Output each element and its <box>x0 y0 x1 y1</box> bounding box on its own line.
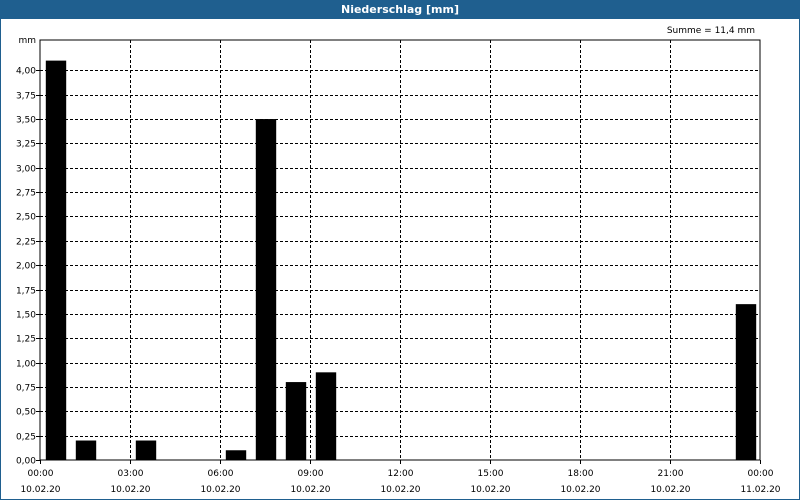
precipitation-bar <box>255 119 277 460</box>
precipitation-bar <box>45 60 67 461</box>
y-tick-label: 2,25 <box>16 238 36 248</box>
x-tick-time-label: 18:00 <box>568 469 594 479</box>
x-tick-date-label: 10.02.20 <box>560 485 600 495</box>
x-tick-time-label: 00:00 <box>28 469 54 479</box>
y-tick-label: 0,00 <box>16 457 36 467</box>
y-tick-label: 3,25 <box>16 140 36 150</box>
y-tick-label: 1,00 <box>16 360 36 370</box>
x-tick-time-label: 12:00 <box>388 469 414 479</box>
y-tick-label: 0,50 <box>16 408 36 418</box>
y-tick-label: 3,50 <box>16 116 36 126</box>
x-tick-date-label: 10.02.20 <box>20 485 60 495</box>
y-tick-label: 3,00 <box>16 165 36 175</box>
y-tick-label: 2,50 <box>16 213 36 223</box>
x-tick-date-label: 10.02.20 <box>650 485 690 495</box>
x-tick-date-label: 11.02.20 <box>740 485 780 495</box>
x-tick-time-label: 15:00 <box>478 469 504 479</box>
y-axis-label: mm <box>18 36 36 46</box>
x-tick-time-label: 03:00 <box>118 469 144 479</box>
precipitation-bar <box>135 440 157 460</box>
x-tick-date-label: 10.02.20 <box>380 485 420 495</box>
y-tick-label: 4,00 <box>16 67 36 77</box>
precipitation-bar <box>285 382 307 460</box>
y-tick-label: 0,25 <box>16 433 36 443</box>
x-tick-date-label: 10.02.20 <box>470 485 510 495</box>
x-tick-time-label: 00:00 <box>748 469 774 479</box>
precipitation-bar <box>315 372 337 460</box>
y-tick-label: 1,25 <box>16 335 36 345</box>
x-tick-time-label: 21:00 <box>658 469 684 479</box>
y-tick-label: 2,75 <box>16 189 36 199</box>
x-tick-time-label: 06:00 <box>208 469 234 479</box>
x-tick-date-label: 10.02.20 <box>200 485 240 495</box>
precipitation-bar <box>735 304 757 460</box>
x-tick-time-label: 09:00 <box>298 469 324 479</box>
y-tick-label: 1,75 <box>16 287 36 297</box>
y-tick-label: 1,50 <box>16 311 36 321</box>
y-tick-label: 0,75 <box>16 384 36 394</box>
x-tick-date-label: 10.02.20 <box>110 485 150 495</box>
precipitation-chart: 0,00 0,25 0,50 0,75 1,00 1,25 1,50 1,75 2,00 2,25… <box>16 36 781 495</box>
x-tick-date-label: 10.02.20 <box>290 485 330 495</box>
precipitation-bar <box>225 450 247 460</box>
y-tick-label: 2,00 <box>16 262 36 272</box>
y-tick-label: 3,75 <box>16 92 36 102</box>
precipitation-bar <box>75 440 97 460</box>
